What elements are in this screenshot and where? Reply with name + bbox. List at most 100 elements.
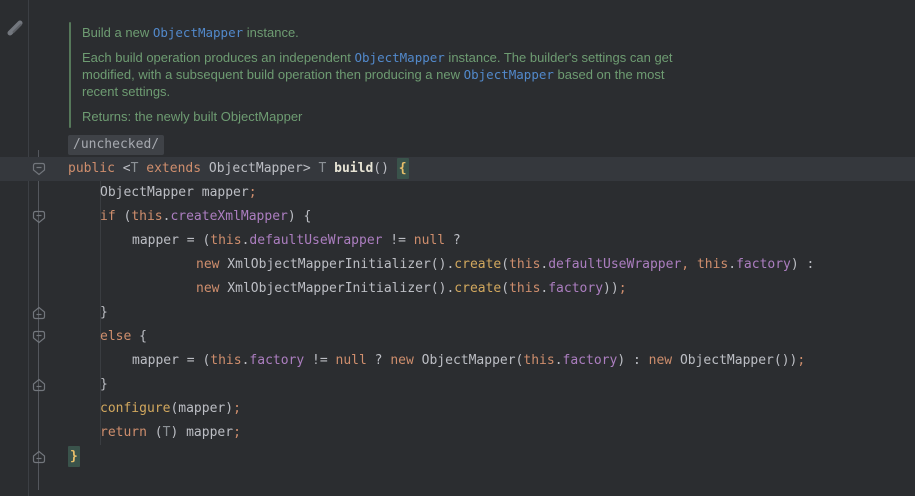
code-token-kw: null <box>414 233 445 248</box>
rendered-doc-comment: Build a new ObjectMapper instance. Each b… <box>82 24 902 125</box>
code-token-kw: this <box>131 209 162 224</box>
code-token-pl: != <box>304 353 335 368</box>
code-token-fld: factory <box>736 257 791 272</box>
doc-text: modified, with a subsequent build operat… <box>82 67 464 82</box>
code-token-pl: . <box>728 257 736 272</box>
folded-region-placeholder[interactable]: /unchecked/ <box>68 135 164 155</box>
doc-text: Each build operation produces an indepen… <box>82 50 355 65</box>
code-line[interactable]: new XmlObjectMapperInitializer().create(… <box>0 277 915 301</box>
code-token-pl: ) mapper <box>170 425 233 440</box>
code-token-pl: ) : <box>791 257 814 272</box>
fold-start-icon[interactable] <box>32 210 46 224</box>
code-token-sc: ; <box>797 353 805 368</box>
doc-line: Build a new ObjectMapper instance. <box>82 24 902 41</box>
code-token-kw: new <box>196 281 219 296</box>
code-token-pl: { <box>131 329 147 344</box>
code-token-pl: != <box>382 233 413 248</box>
code-token-pl: XmlObjectMapperInitializer(). <box>219 257 454 272</box>
doc-inline-code: ObjectMapper <box>153 25 243 40</box>
code-token-kw: new <box>196 257 219 272</box>
code-line[interactable]: if (this.createXmlMapper) { <box>0 205 915 229</box>
doc-text: instance. The builder's settings can get <box>445 50 673 65</box>
code-token-pl: ( <box>116 209 132 224</box>
code-token-pl: } <box>100 377 108 392</box>
code-token-pl: mapper = ( <box>132 233 210 248</box>
code-token-pl: < <box>115 161 131 176</box>
code-token-pl: ( <box>501 257 509 272</box>
code-token-fld: factory <box>249 353 304 368</box>
toggle-rendered-view-pencil-icon[interactable] <box>4 16 26 38</box>
doc-inline-code: ObjectMapper <box>464 67 554 82</box>
code-line[interactable]: } <box>0 373 915 397</box>
code-editor[interactable]: Build a new ObjectMapper instance. Each b… <box>0 0 915 496</box>
code-token-pl: ) { <box>288 209 311 224</box>
code-line[interactable]: ObjectMapper mapper; <box>0 181 915 205</box>
code-token-sc: , <box>681 257 689 272</box>
code-token-pl: ObjectMapper()) <box>672 353 797 368</box>
fold-start-icon[interactable] <box>32 162 46 176</box>
code-token-kw: this <box>210 353 241 368</box>
code-token-pl: ObjectMapper> <box>201 161 318 176</box>
code-line-current[interactable]: public <T extends ObjectMapper> T build(… <box>0 157 915 181</box>
code-token-kw: null <box>336 353 367 368</box>
doc-text: Returns: the newly built ObjectMapper <box>82 109 302 124</box>
code-token-kw: this <box>210 233 241 248</box>
code-token-pl: ObjectMapper( <box>414 353 524 368</box>
code-token-pl: ) : <box>617 353 648 368</box>
code-token-kw: else <box>100 329 131 344</box>
code-token-kw: new <box>390 353 413 368</box>
code-token-fld: createXmlMapper <box>170 209 287 224</box>
code-token-pl: mapper = ( <box>132 353 210 368</box>
code-token-pl: ( <box>147 425 163 440</box>
code-token-pl: )) <box>603 281 619 296</box>
code-token-fld: factory <box>563 353 618 368</box>
code-line[interactable]: configure(mapper); <box>0 397 915 421</box>
code-token-pl: . <box>555 353 563 368</box>
code-line[interactable]: } <box>0 445 915 469</box>
code-token-fld: factory <box>548 281 603 296</box>
doc-line: modified, with a subsequent build operat… <box>82 66 902 83</box>
code-token-pl: ? <box>367 353 390 368</box>
code-token-kw: this <box>509 257 540 272</box>
code-line[interactable]: mapper = (this.defaultUseWrapper != null… <box>0 229 915 253</box>
code-token-fc: configure <box>100 401 170 416</box>
code-token-fc: create <box>454 257 501 272</box>
code-token-sc: ; <box>619 281 627 296</box>
code-line[interactable]: } <box>0 301 915 325</box>
doc-text: Build a new <box>82 25 153 40</box>
code-token-fld: defaultUseWrapper <box>249 233 382 248</box>
code-area[interactable]: /unchecked/public <T extends ObjectMappe… <box>0 133 915 469</box>
doc-inline-code: ObjectMapper <box>355 50 445 65</box>
code-line[interactable]: return (T) mapper; <box>0 421 915 445</box>
doc-text: based on the most <box>554 67 665 82</box>
code-token-kw: if <box>100 209 116 224</box>
code-token-bh: { <box>397 158 409 179</box>
code-token-pl <box>689 257 697 272</box>
doc-line: recent settings. <box>82 83 902 100</box>
fold-end-icon[interactable] <box>32 378 46 392</box>
code-token-pl: () <box>373 161 396 176</box>
fold-start-icon[interactable] <box>32 330 46 344</box>
code-token-fc: create <box>454 281 501 296</box>
fold-end-icon[interactable] <box>32 306 46 320</box>
code-token-fld: defaultUseWrapper <box>548 257 681 272</box>
code-token-kw: this <box>509 281 540 296</box>
code-token-pl: } <box>100 305 108 320</box>
code-line[interactable]: /unchecked/ <box>0 133 915 157</box>
code-token-pl <box>326 161 334 176</box>
code-line[interactable]: new XmlObjectMapperInitializer().create(… <box>0 253 915 277</box>
code-token-fd: build <box>334 161 373 176</box>
code-line[interactable]: else { <box>0 325 915 349</box>
doc-line: Returns: the newly built ObjectMapper <box>82 108 902 125</box>
code-token-pl: ? <box>445 233 461 248</box>
code-token-kw: public <box>68 161 115 176</box>
code-line[interactable]: mapper = (this.factory != null ? new Obj… <box>0 349 915 373</box>
code-token-pl: ObjectMapper mapper <box>100 185 249 200</box>
code-token-pl: (mapper) <box>170 401 233 416</box>
code-token-pl: XmlObjectMapperInitializer(). <box>219 281 454 296</box>
fold-end-icon[interactable] <box>32 450 46 464</box>
code-token-sc: ; <box>233 425 241 440</box>
code-token-sc: ; <box>249 185 257 200</box>
code-token-kw: this <box>523 353 554 368</box>
doc-text: recent settings. <box>82 84 170 99</box>
